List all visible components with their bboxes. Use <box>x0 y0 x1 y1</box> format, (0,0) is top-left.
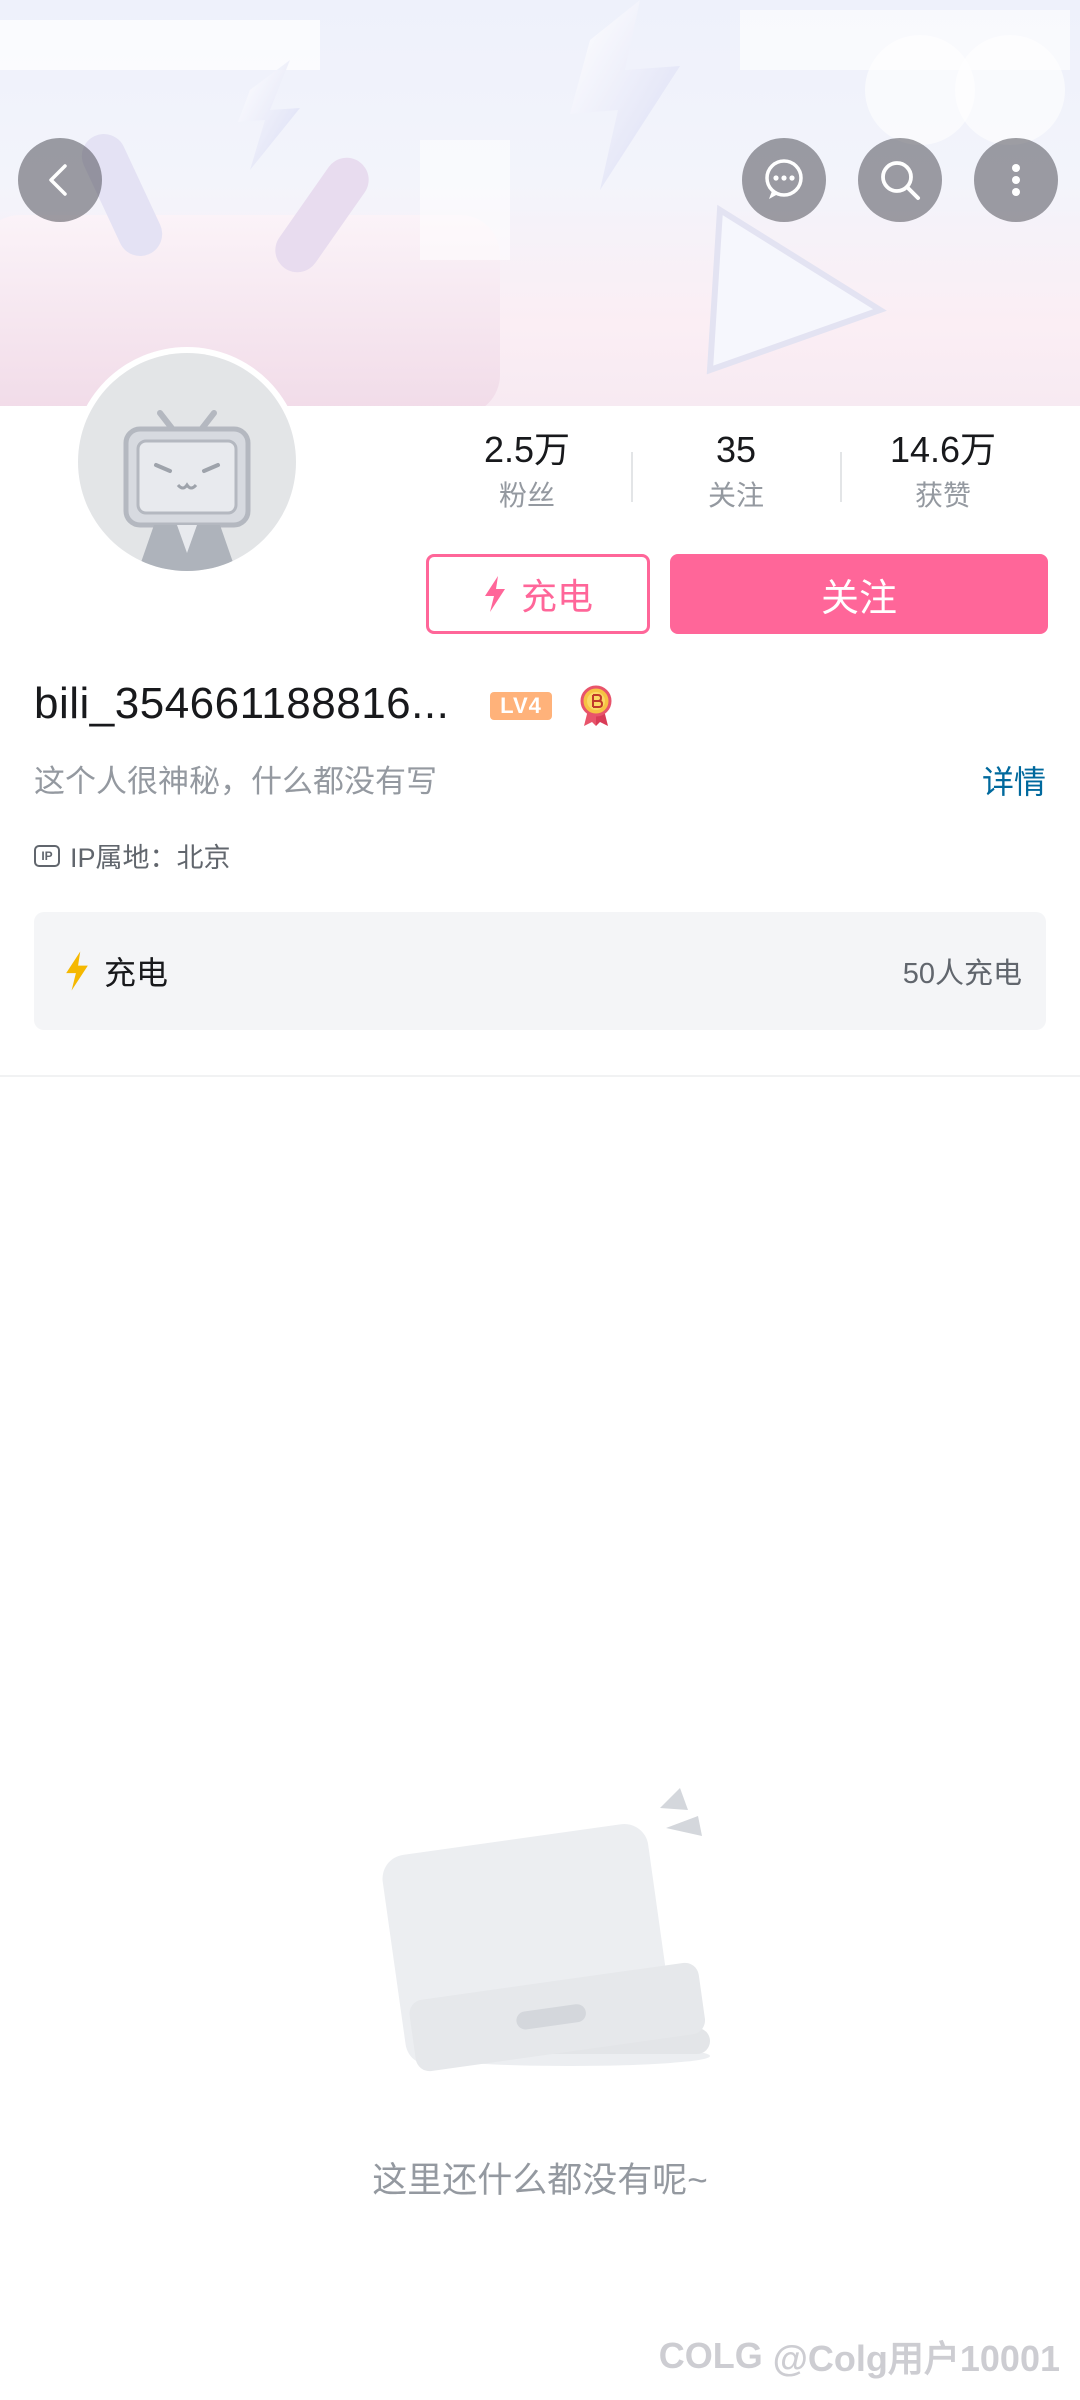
following-label: 关注 <box>707 480 764 511</box>
charge-card-title-group: 充电 <box>64 912 168 1030</box>
more-button[interactable] <box>974 138 1058 222</box>
back-arrow-icon <box>49 164 67 196</box>
watermark-text: @Colg用户10001 <box>772 2338 1060 2379</box>
lightning-icon <box>66 951 88 991</box>
ip-icon: IP <box>34 844 60 867</box>
stat-divider <box>631 452 633 502</box>
tv-mascot-icon <box>123 410 251 571</box>
stat-likes[interactable]: 14.6万 获赞 <box>843 428 1043 516</box>
profile-banner <box>0 0 1080 406</box>
user-signature: 这个人很神秘，什么都没有写 <box>34 764 437 799</box>
lightning-icon <box>484 576 505 612</box>
search-button[interactable] <box>858 138 942 222</box>
charge-button[interactable]: 充电 <box>426 554 650 634</box>
stat-divider <box>840 452 842 502</box>
follow-button[interactable]: 关注 <box>670 554 1048 634</box>
charge-card[interactable]: 充电 50人充电 <box>34 912 1046 1030</box>
default-avatar-image <box>78 353 296 571</box>
charge-button-label: 充电 <box>520 576 593 617</box>
back-button[interactable] <box>18 138 102 222</box>
follow-button-label: 关注 <box>820 577 897 620</box>
divider <box>0 1075 1080 1077</box>
ip-location-row: IP IP属地：北京 <box>34 836 231 875</box>
level-badge[interactable]: LV4 <box>490 692 552 720</box>
likes-label: 获赞 <box>914 480 971 511</box>
avatar[interactable] <box>72 347 302 577</box>
watermark-logo: COLG <box>658 2335 763 2376</box>
search-icon <box>881 161 920 200</box>
message-button[interactable] <box>742 138 826 222</box>
watermark: COLG @Colg用户10001 <box>659 2330 1060 2382</box>
empty-box-icon <box>382 1788 710 2072</box>
badge-medal-icon <box>580 685 612 726</box>
more-vertical-icon <box>1012 164 1020 196</box>
stat-followers[interactable]: 2.5万 粉丝 <box>427 428 627 516</box>
ip-location: IP属地：北京 <box>70 843 231 873</box>
detail-link[interactable]: 详情 <box>982 760 1046 804</box>
empty-state-text: 这里还什么都没有呢~ <box>372 2161 708 2200</box>
charge-card-title: 充电 <box>104 955 169 991</box>
followers-label: 粉丝 <box>498 480 555 511</box>
medal-icon[interactable] <box>574 684 618 733</box>
username: bili_354661188816... <box>34 679 450 728</box>
empty-state-illustration <box>380 1788 710 2083</box>
stat-following[interactable]: 35 关注 <box>636 428 836 516</box>
likes-count: 14.6万 <box>889 429 997 470</box>
charge-count: 50人充电 <box>902 958 1022 990</box>
followers-count: 2.5万 <box>483 429 571 470</box>
following-count: 35 <box>715 429 757 470</box>
message-icon <box>765 159 803 199</box>
